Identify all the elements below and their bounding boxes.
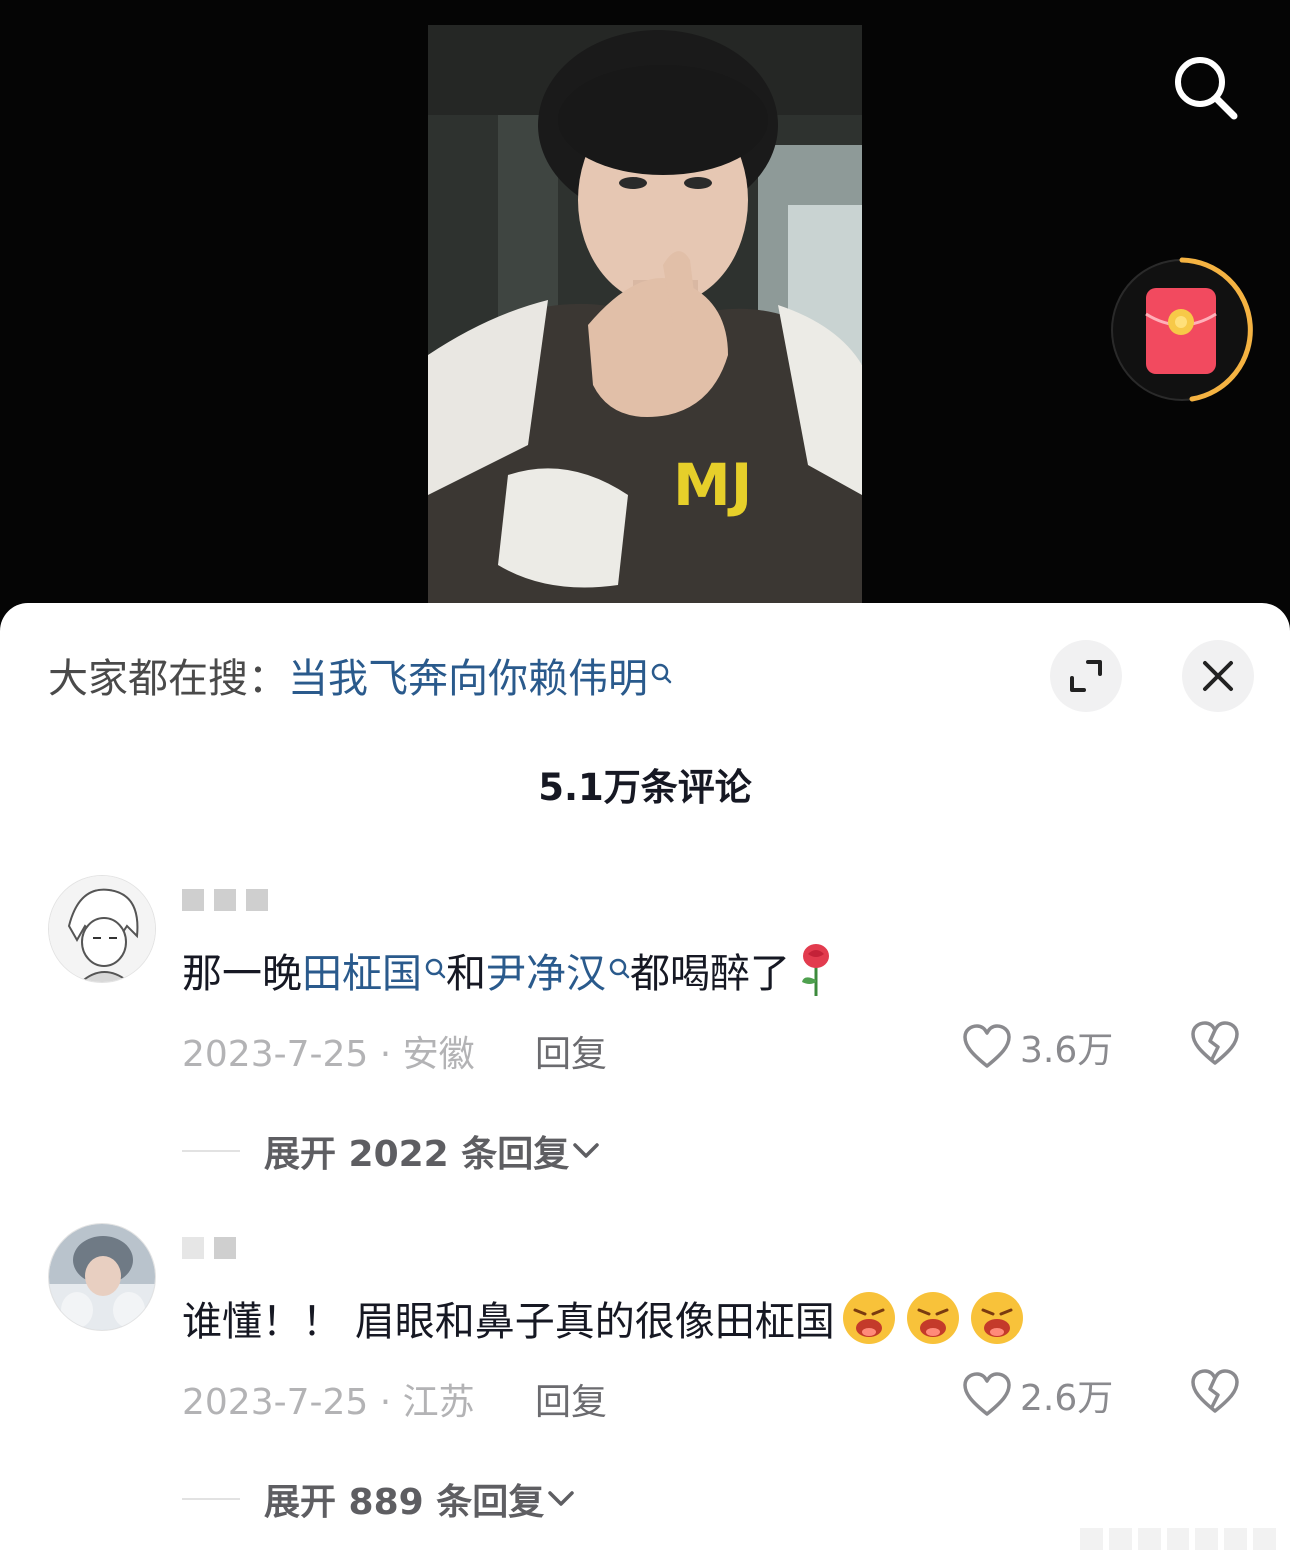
avatar-image	[49, 1224, 155, 1330]
reply-button[interactable]: 回复	[535, 1373, 607, 1425]
comment-text-part: 那一晚	[182, 951, 302, 997]
svg-text:MJ: MJ	[673, 451, 752, 519]
red-packet-button[interactable]	[1108, 256, 1256, 404]
crying-face-emoji	[842, 1292, 1023, 1344]
expand-icon	[1070, 660, 1102, 692]
hot-search-link[interactable]: 当我飞奔向你赖伟明	[288, 646, 648, 704]
search-icon	[609, 958, 630, 979]
chevron-down-icon	[573, 1143, 600, 1158]
dislike-button[interactable]	[1190, 1369, 1240, 1419]
comment-text-part: 都喝醉了	[630, 951, 790, 997]
comment-sheet: 大家都在搜： 当我飞奔向你赖伟明 5.1万条评论 那一晚 田柾国 和 尹净汉 都…	[0, 603, 1290, 1564]
heart-icon	[963, 1372, 1011, 1416]
video-thumbnail[interactable]: MJ	[428, 25, 862, 615]
hot-search-bar: 大家都在搜： 当我飞奔向你赖伟明	[48, 647, 672, 703]
avatar-image	[49, 876, 155, 982]
comment-text: 谁懂！！ 眉眼和鼻子真的很像田柾国	[182, 1289, 1029, 1347]
red-packet-icon	[1111, 257, 1253, 402]
comment-count-title: 5.1万条评论	[538, 766, 752, 809]
watermark	[1080, 1528, 1277, 1550]
dislike-button[interactable]	[1190, 1021, 1240, 1071]
search-icon	[651, 663, 672, 684]
chevron-down-icon	[548, 1491, 574, 1506]
username-redacted	[182, 889, 268, 911]
reply-button[interactable]: 回复	[535, 1025, 607, 1077]
like-button[interactable]: 2.6万	[962, 1369, 1113, 1421]
comment-meta: 2023-7-25 · 江苏	[182, 1382, 475, 1423]
comment-text-part: 谁懂！！ 眉眼和鼻子真的很像田柾国	[182, 1299, 835, 1345]
like-count: 3.6万	[1020, 1030, 1114, 1071]
expand-replies-label: 展开 2022 条回复	[264, 1134, 570, 1175]
hot-search-prefix: 大家都在搜：	[48, 656, 288, 702]
avatar[interactable]	[48, 1223, 156, 1331]
broken-heart-icon	[1191, 1021, 1239, 1065]
mention-link[interactable]: 田柾国	[302, 941, 422, 999]
rose-emoji	[802, 944, 829, 996]
fullscreen-button[interactable]	[1050, 640, 1122, 712]
expand-replies-label: 展开 889 条回复	[264, 1482, 545, 1523]
portrait-photo: MJ	[428, 25, 862, 615]
divider-line	[182, 1498, 240, 1500]
divider-line	[182, 1150, 240, 1152]
comment-text-part: 和	[446, 951, 486, 997]
mention-link[interactable]: 尹净汉	[486, 941, 606, 999]
close-button[interactable]	[1182, 640, 1254, 712]
search-button[interactable]	[1170, 52, 1242, 124]
like-count: 2.6万	[1020, 1378, 1114, 1419]
expand-replies-button[interactable]: 展开 889 条回复	[182, 1473, 578, 1525]
heart-icon	[963, 1024, 1011, 1068]
search-icon	[425, 958, 446, 979]
comment-text: 那一晚 田柾国 和 尹净汉 都喝醉了	[182, 941, 838, 999]
search-icon	[1175, 57, 1238, 120]
close-icon	[1203, 661, 1233, 691]
username-redacted	[182, 1237, 236, 1259]
avatar[interactable]	[48, 875, 156, 983]
like-button[interactable]: 3.6万	[962, 1021, 1113, 1073]
broken-heart-icon	[1191, 1369, 1239, 1413]
video-player[interactable]: MJ	[0, 0, 1290, 640]
comment-meta: 2023-7-25 · 安徽	[182, 1034, 475, 1075]
expand-replies-button[interactable]: 展开 2022 条回复	[182, 1125, 603, 1177]
